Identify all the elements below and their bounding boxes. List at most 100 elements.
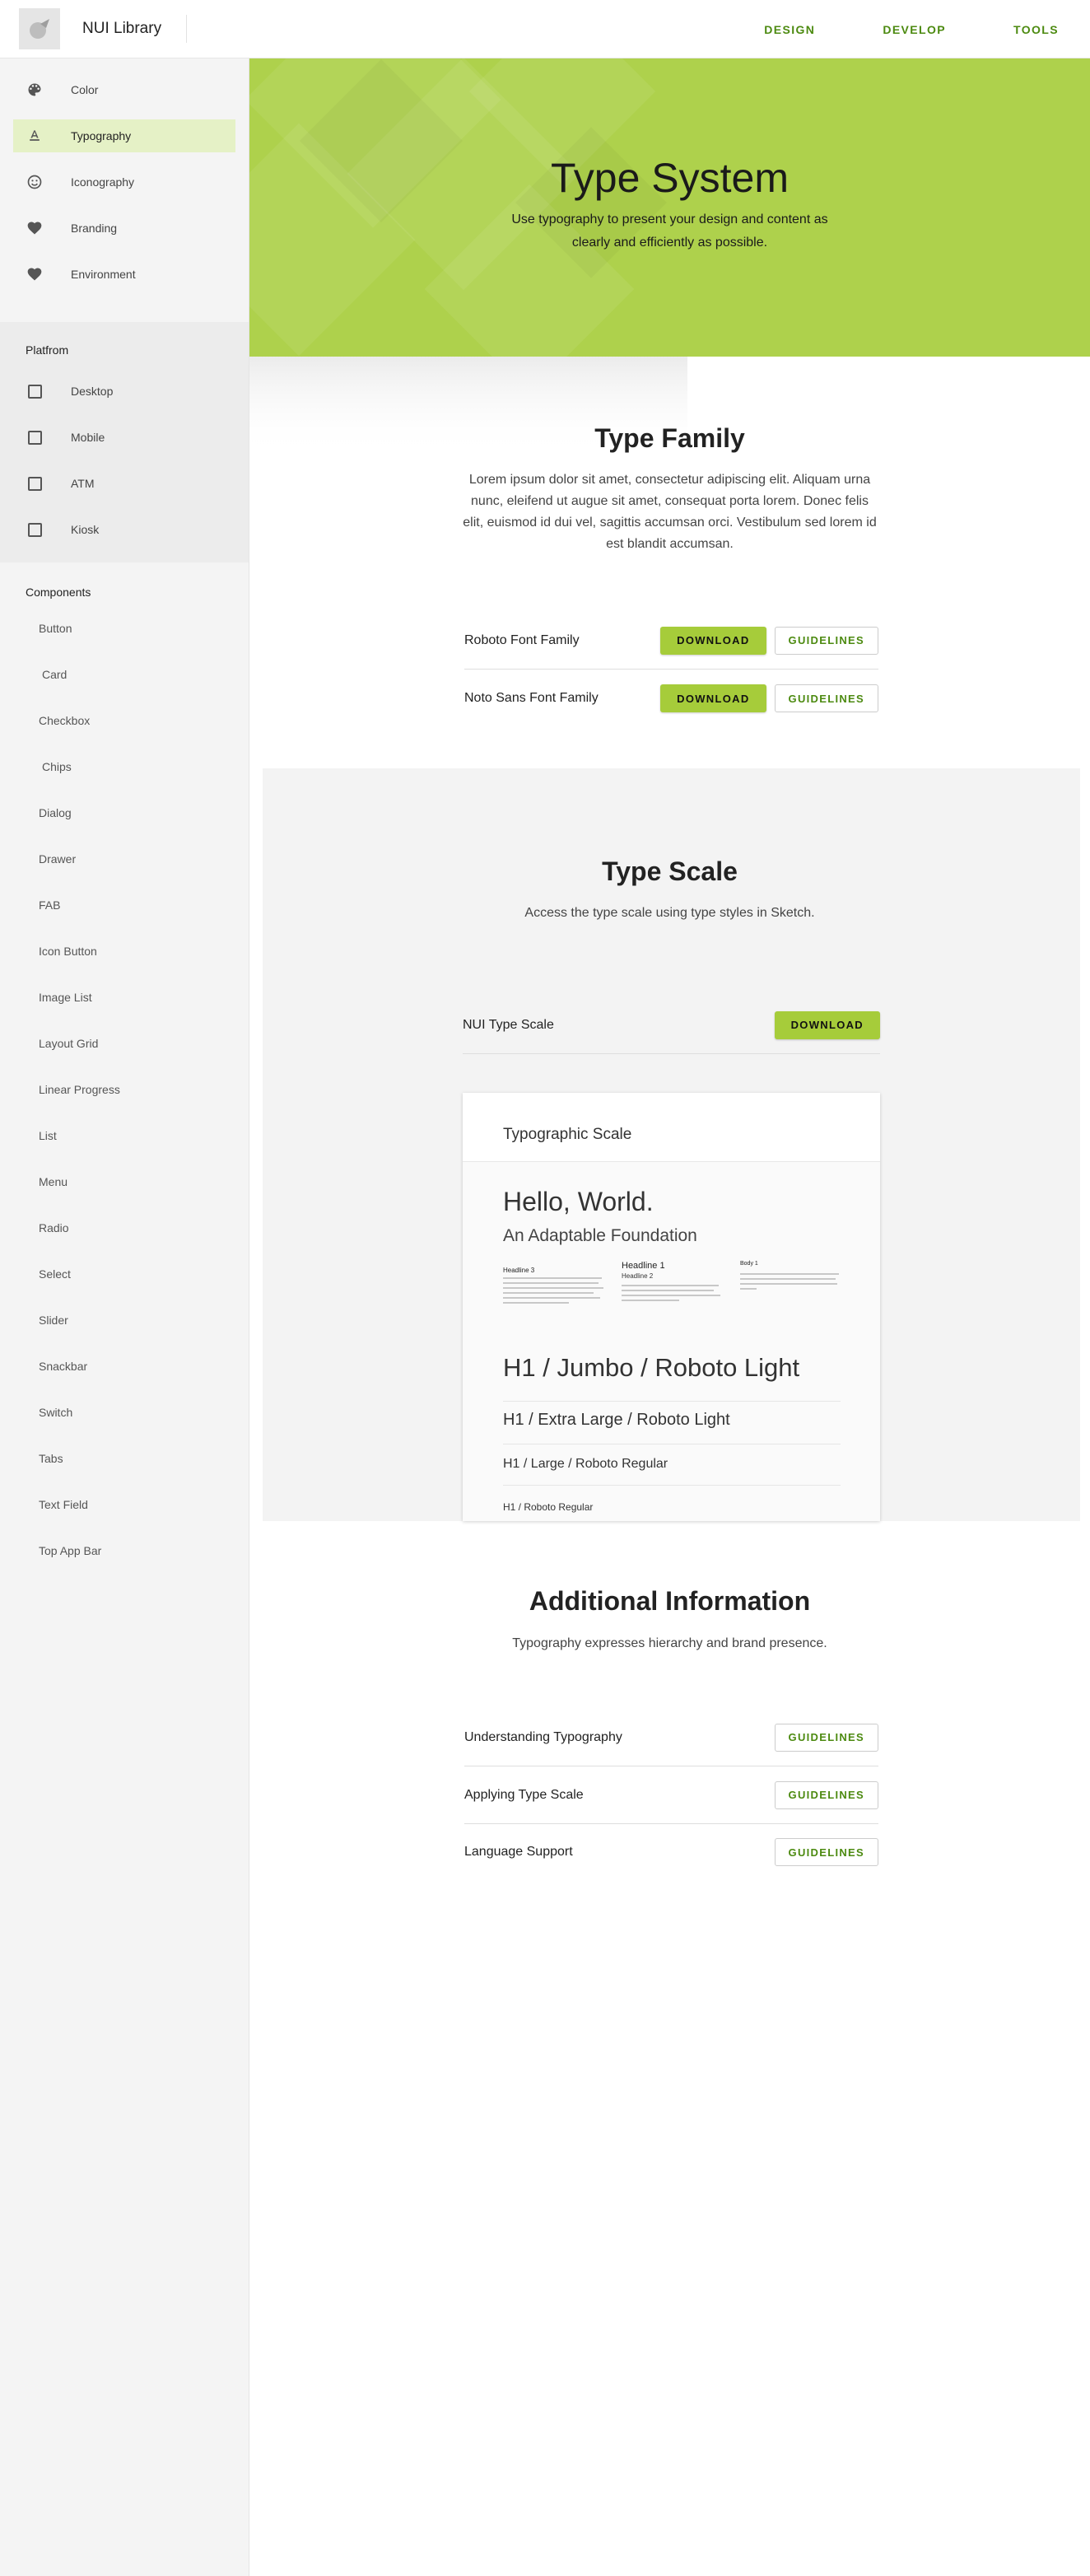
preview-adaptable: An Adaptable Foundation bbox=[503, 1226, 697, 1245]
sidebar-item-fab[interactable]: FAB bbox=[0, 882, 249, 928]
row-label: NUI Type Scale bbox=[463, 1017, 554, 1032]
additional-info-text: Typography expresses hierarchy and brand… bbox=[512, 1636, 827, 1650]
list-item: Language Support GUIDELINES bbox=[464, 1823, 878, 1881]
title-divider bbox=[186, 15, 188, 43]
hero-pattern bbox=[249, 58, 656, 357]
heart-icon bbox=[25, 218, 44, 238]
sidebar-item-image-list[interactable]: Image List bbox=[0, 974, 249, 1020]
sidebar-item-dialog[interactable]: Dialog bbox=[0, 790, 249, 836]
sidebar-item-button[interactable]: Button bbox=[0, 605, 249, 651]
preview-h1-large: H1 / Large / Roboto Regular bbox=[503, 1457, 668, 1471]
hero-subtitle: Use typography to present your design an… bbox=[249, 208, 1090, 254]
smiley-icon bbox=[25, 172, 44, 192]
guidelines-button[interactable]: GUIDELINES bbox=[774, 626, 878, 655]
sidebar-item-typography[interactable]: Typography bbox=[13, 119, 235, 152]
sidebar-item-tabs[interactable]: Tabs bbox=[0, 1435, 249, 1482]
preview-body: Hello, World. An Adaptable Foundation He… bbox=[463, 1162, 880, 1521]
sidebar-item-label: Mobile bbox=[71, 431, 105, 444]
preview-hello: Hello, World. bbox=[503, 1187, 654, 1216]
sidebar-item-top-app-bar[interactable]: Top App Bar bbox=[0, 1528, 249, 1574]
preview-divider bbox=[503, 1485, 841, 1486]
sidebar-item-label: Kiosk bbox=[71, 523, 100, 536]
nav-develop[interactable]: DEVELOP bbox=[883, 23, 946, 36]
preview-column-title: Body 1 bbox=[740, 1261, 758, 1267]
sidebar-item-linear-progress[interactable]: Linear Progress bbox=[0, 1066, 249, 1113]
sidebar-item-drawer[interactable]: Drawer bbox=[0, 836, 249, 882]
preview-column-title: Headline 1 bbox=[622, 1261, 665, 1271]
sidebar-item-label: Color bbox=[71, 83, 99, 96]
preview-h1-jumbo: H1 / Jumbo / Roboto Light bbox=[503, 1353, 800, 1382]
preview-header-title: Typographic Scale bbox=[503, 1126, 632, 1143]
additional-info-title: Additional Information bbox=[529, 1586, 811, 1616]
sidebar-item-checkbox[interactable]: Checkbox bbox=[0, 698, 249, 744]
checkbox-icon[interactable] bbox=[25, 474, 44, 493]
hero-subtitle-text: Use typography to present your design an… bbox=[511, 212, 828, 250]
sidebar-item-slider[interactable]: Slider bbox=[0, 1297, 249, 1343]
preview-h1-regular: H1 / Roboto Regular bbox=[503, 1501, 594, 1513]
sidebar-item-layout-grid[interactable]: Layout Grid bbox=[0, 1020, 249, 1066]
type-scale-text: Access the type scale using type styles … bbox=[524, 906, 815, 920]
palette-icon bbox=[25, 80, 44, 100]
sidebar-item-select[interactable]: Select bbox=[0, 1251, 249, 1297]
type-family-description: Lorem ipsum dolor sit amet, consectetur … bbox=[249, 469, 1090, 555]
download-button[interactable]: DOWNLOAD bbox=[774, 1010, 880, 1039]
sidebar-item-label: Branding bbox=[71, 222, 118, 235]
sidebar-item-label: ATM bbox=[71, 477, 95, 490]
preview-placeholder-lines bbox=[622, 1285, 720, 1301]
sidebar-item-snackbar[interactable]: Snackbar bbox=[0, 1343, 249, 1389]
top-app-bar: NUI Library DESIGN DEVELOP TOOLS bbox=[0, 0, 1090, 58]
sidebar-item-desktop[interactable]: Desktop bbox=[13, 375, 235, 408]
sidebar-item-menu[interactable]: Menu bbox=[0, 1159, 249, 1205]
download-button[interactable]: DOWNLOAD bbox=[660, 626, 766, 655]
sidebar-item-card[interactable]: Card bbox=[0, 651, 249, 698]
nav-tools[interactable]: TOOLS bbox=[1013, 23, 1059, 36]
guidelines-button[interactable]: GUIDELINES bbox=[774, 684, 878, 712]
app-title: NUI Library bbox=[82, 20, 162, 37]
preview-placeholder-lines bbox=[503, 1277, 603, 1304]
top-nav: DESIGN DEVELOP TOOLS bbox=[696, 0, 1059, 58]
guidelines-button[interactable]: GUIDELINES bbox=[774, 1723, 878, 1752]
sidebar-item-switch[interactable]: Switch bbox=[0, 1389, 249, 1435]
row-label: Noto Sans Font Family bbox=[464, 691, 599, 705]
preview-column-2: Headline 1 Headline 2 bbox=[622, 1261, 730, 1309]
checkbox-icon[interactable] bbox=[25, 427, 44, 447]
sidebar-platform: Platfrom Desktop Mobile ATM Kiosk bbox=[0, 322, 249, 562]
preview-column-title: Headline 3 bbox=[503, 1267, 535, 1274]
download-button[interactable]: DOWNLOAD bbox=[660, 684, 766, 712]
row-label: Language Support bbox=[464, 1845, 573, 1859]
row-label: Understanding Typography bbox=[464, 1729, 622, 1744]
type-family-title: Type Family bbox=[594, 423, 745, 453]
preview-column-subtitle: Headline 2 bbox=[622, 1272, 654, 1280]
preview-header: Typographic Scale bbox=[463, 1093, 880, 1162]
sidebar-item-list[interactable]: List bbox=[0, 1113, 249, 1159]
guidelines-button[interactable]: GUIDELINES bbox=[774, 1838, 878, 1866]
sidebar-item-branding[interactable]: Branding bbox=[13, 212, 235, 245]
sidebar-item-kiosk[interactable]: Kiosk bbox=[13, 513, 235, 546]
sidebar-item-iconography[interactable]: Iconography bbox=[13, 166, 235, 198]
row-label: Roboto Font Family bbox=[464, 632, 580, 647]
sidebar-item-atm[interactable]: ATM bbox=[13, 467, 235, 500]
sidebar-item-chips[interactable]: Chips bbox=[0, 744, 249, 790]
sidebar-item-label: Typography bbox=[71, 129, 132, 142]
guidelines-button[interactable]: GUIDELINES bbox=[774, 1780, 878, 1809]
components-heading: Components bbox=[26, 586, 91, 599]
sidebar: Color Typography Iconography Branding En… bbox=[0, 58, 249, 2576]
type-scale-title: Type Scale bbox=[602, 856, 738, 886]
preview-h1-extra-large: H1 / Extra Large / Roboto Light bbox=[503, 1411, 730, 1429]
sidebar-item-mobile[interactable]: Mobile bbox=[13, 421, 235, 454]
type-scale-description: Access the type scale using type styles … bbox=[249, 903, 1090, 924]
sidebar-item-text-field[interactable]: Text Field bbox=[0, 1482, 249, 1528]
logo-icon[interactable] bbox=[19, 8, 60, 49]
sidebar-item-icon-button[interactable]: Icon Button bbox=[0, 928, 249, 974]
type-scale-preview-image: Typographic Scale Hello, World. An Adapt… bbox=[463, 1093, 880, 1521]
sidebar-item-environment[interactable]: Environment bbox=[13, 258, 235, 291]
checkbox-icon[interactable] bbox=[25, 381, 44, 401]
sidebar-item-radio[interactable]: Radio bbox=[0, 1205, 249, 1251]
sidebar-item-color[interactable]: Color bbox=[13, 73, 235, 106]
nav-design[interactable]: DESIGN bbox=[764, 23, 815, 36]
text-format-icon bbox=[25, 126, 44, 146]
checkbox-icon[interactable] bbox=[25, 520, 44, 539]
preview-placeholder-lines bbox=[740, 1273, 839, 1290]
heart-icon bbox=[25, 264, 44, 284]
list-item: Understanding Typography GUIDELINES bbox=[464, 1709, 878, 1766]
